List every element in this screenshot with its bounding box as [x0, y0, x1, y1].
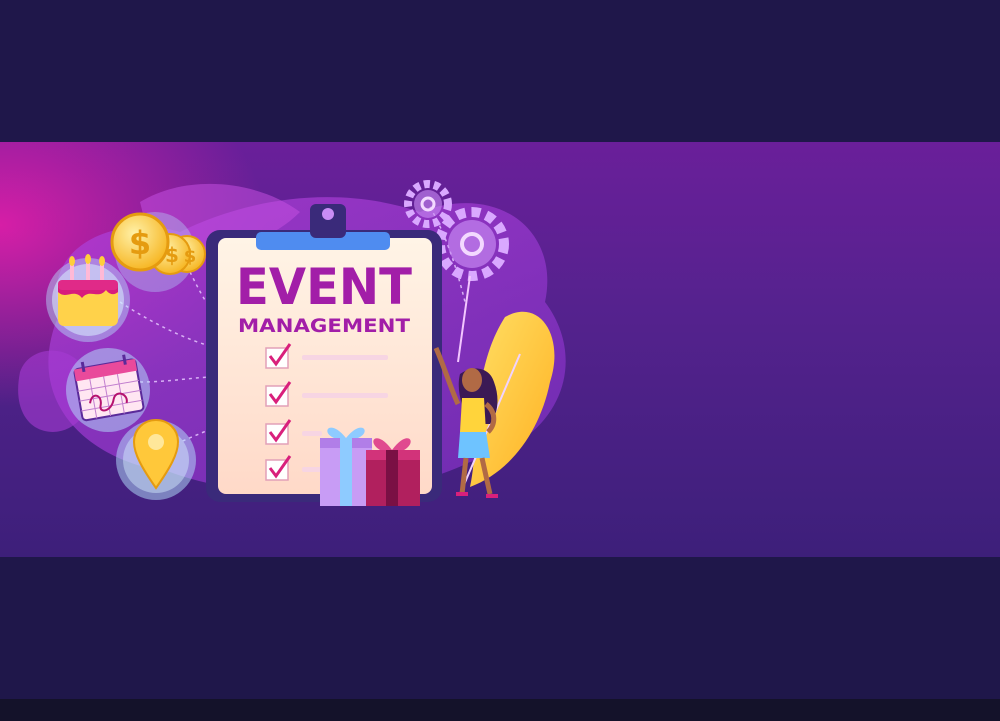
- title-line-1: EVENT: [236, 258, 412, 316]
- event-management-banner: $ $ $ EVENT MANAGEMENT: [0, 142, 1000, 557]
- svg-text:$: $: [165, 243, 179, 267]
- illustration-canvas: $ $ $ EVENT MANAGEMENT: [18, 180, 566, 506]
- bottom-background-band: [0, 557, 1000, 699]
- bottom-strip: [0, 699, 1000, 721]
- gift-box-icon: [320, 427, 420, 506]
- svg-text:$: $: [129, 224, 151, 262]
- location-pin-icon: [116, 418, 196, 500]
- svg-text:$: $: [184, 246, 197, 267]
- calendar-icon: [66, 348, 150, 432]
- top-background-band: [0, 0, 1000, 142]
- title-line-2: MANAGEMENT: [238, 315, 410, 337]
